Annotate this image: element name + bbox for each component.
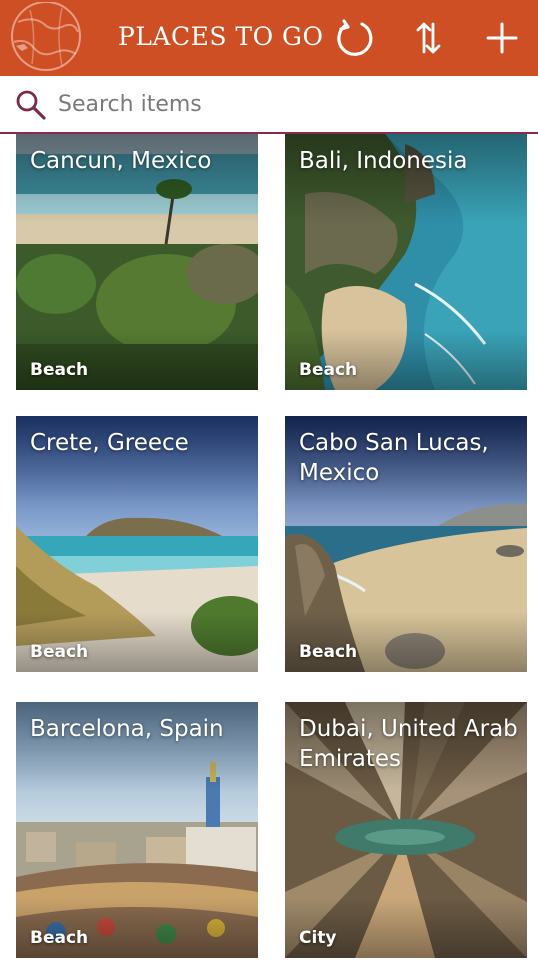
sort-button[interactable] [408, 18, 448, 58]
add-button[interactable] [482, 18, 522, 58]
place-name: Dubai, United Arab Emirates [299, 716, 518, 772]
place-card[interactable]: Barcelona, Spain Beach [16, 702, 258, 958]
place-card[interactable]: Dubai, United Arab Emirates City [285, 702, 527, 958]
refresh-icon [337, 19, 373, 56]
refresh-button[interactable] [334, 18, 374, 58]
search-bar [0, 76, 538, 134]
place-name: Cancun, Mexico [30, 148, 212, 174]
search-input[interactable] [58, 86, 518, 122]
add-icon [486, 22, 518, 54]
place-name: Crete, Greece [30, 430, 189, 456]
place-category: City [299, 928, 337, 948]
place-category: Beach [30, 928, 89, 948]
place-category: Beach [30, 360, 89, 380]
places-gallery: Cancun, Mexico Beach Bali, Indonesia Bea… [0, 134, 538, 960]
search-icon [16, 90, 46, 120]
place-category: Beach [299, 642, 358, 662]
app-header: PLACES TO GO [0, 0, 538, 76]
place-category: Beach [30, 642, 89, 662]
sort-icon [416, 22, 441, 54]
app-title: PLACES TO GO [118, 22, 324, 51]
place-card[interactable]: Bali, Indonesia Beach [285, 134, 527, 390]
place-card[interactable]: Crete, Greece Beach [16, 416, 258, 672]
place-name: Barcelona, Spain [30, 716, 224, 742]
place-card[interactable]: Cabo San Lucas, Mexico Beach [285, 416, 527, 672]
globe-logo-icon [11, 2, 81, 71]
place-card[interactable]: Cancun, Mexico Beach [16, 134, 258, 390]
place-category: Beach [299, 360, 358, 380]
place-name: Cabo San Lucas, Mexico [299, 430, 489, 486]
place-name: Bali, Indonesia [299, 148, 468, 174]
